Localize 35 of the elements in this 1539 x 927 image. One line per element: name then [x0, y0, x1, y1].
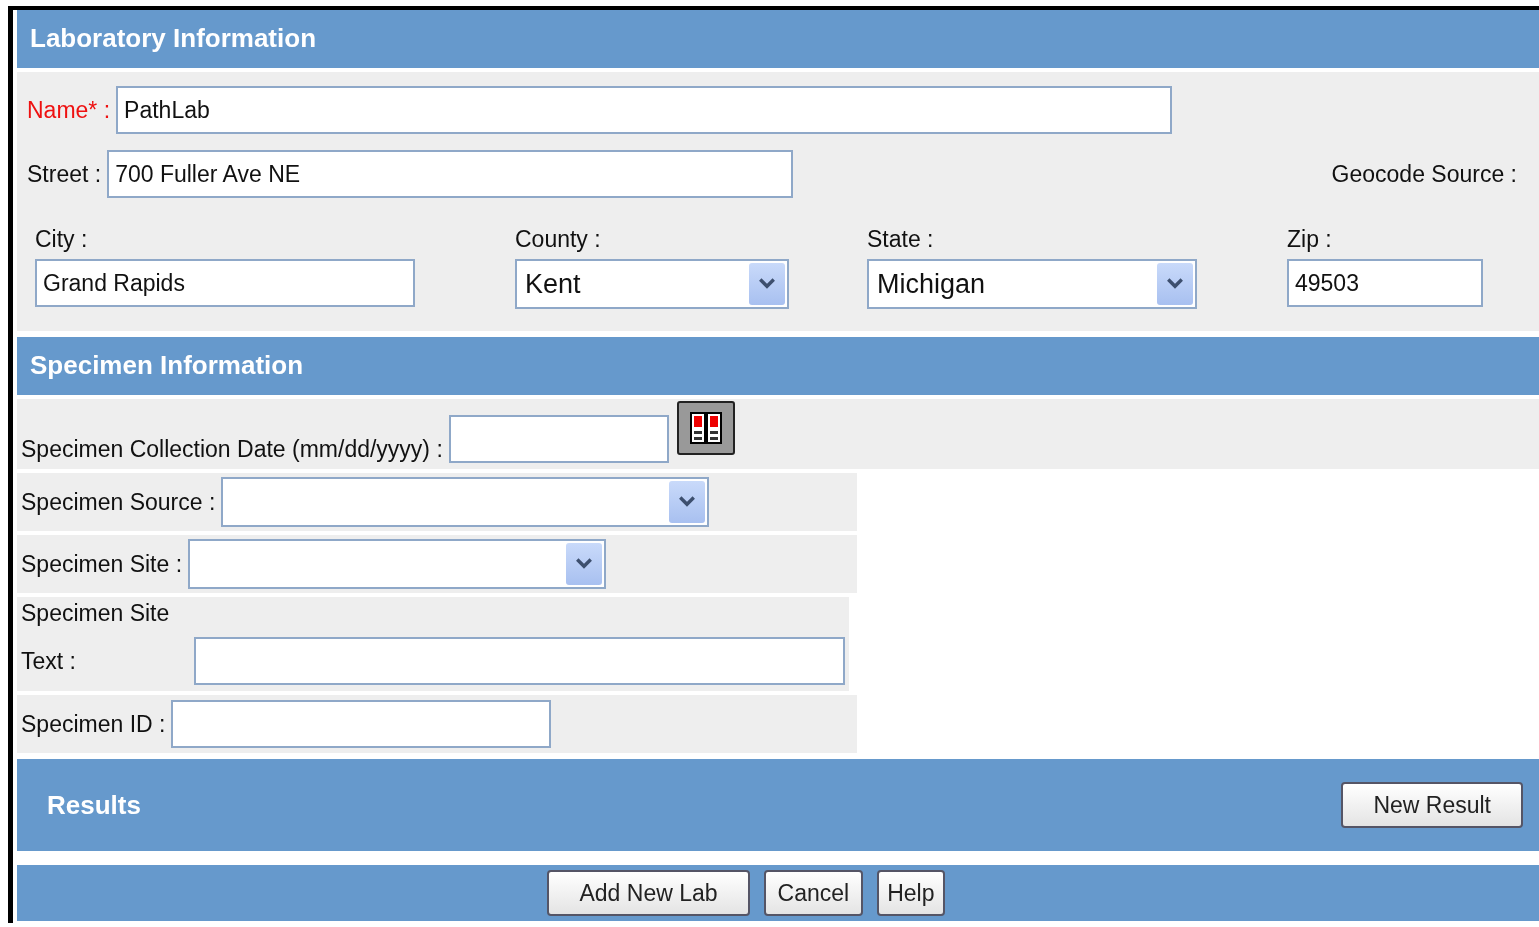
section-header: Laboratory Information: [17, 10, 1539, 68]
section-header: Specimen Information: [17, 337, 1539, 395]
field-label: City :: [35, 226, 89, 253]
chevron-down-icon: [1166, 278, 1184, 290]
field-label: State :: [867, 226, 935, 253]
dropdown[interactable]: Kent: [515, 259, 789, 309]
date-field[interactable]: [448, 415, 669, 463]
dropdown[interactable]: Michigan: [867, 259, 1197, 309]
field-label: Specimen ID :: [21, 710, 166, 738]
text-field[interactable]: Grand Rapids: [35, 259, 415, 307]
field-label: Specimen Source :: [21, 488, 216, 516]
new-result-button[interactable]: New Result: [1341, 782, 1523, 828]
text-field[interactable]: 49503: [1287, 259, 1483, 307]
section-title: Results: [47, 789, 141, 821]
text-field[interactable]: [194, 637, 845, 685]
field-label: Specimen Site :: [21, 550, 183, 578]
action-button[interactable]: Help: [877, 870, 945, 916]
dropdown[interactable]: [221, 477, 710, 527]
action-button[interactable]: Cancel: [763, 870, 864, 916]
action-button[interactable]: Add New Lab: [547, 870, 750, 916]
chevron-down-icon: [575, 558, 594, 570]
field-label: Name* :: [27, 96, 111, 124]
chevron-down-icon: [678, 496, 697, 508]
field-label: Geocode Source :: [1331, 160, 1517, 188]
street-field[interactable]: 700 Fuller Ave NE: [107, 150, 794, 198]
calendar-button[interactable]: [676, 401, 735, 455]
field-label: Street :: [27, 160, 102, 188]
field-label: Specimen Collection Date (mm/dd/yyyy) :: [21, 436, 443, 463]
field-label: Specimen Site Text :: [21, 599, 171, 676]
text-field[interactable]: [171, 700, 552, 748]
field-label: Zip :: [1287, 226, 1333, 253]
name-field[interactable]: PathLab: [116, 86, 1173, 134]
field-label: County :: [515, 226, 602, 253]
chevron-down-icon: [758, 278, 776, 290]
dropdown[interactable]: [188, 539, 607, 589]
